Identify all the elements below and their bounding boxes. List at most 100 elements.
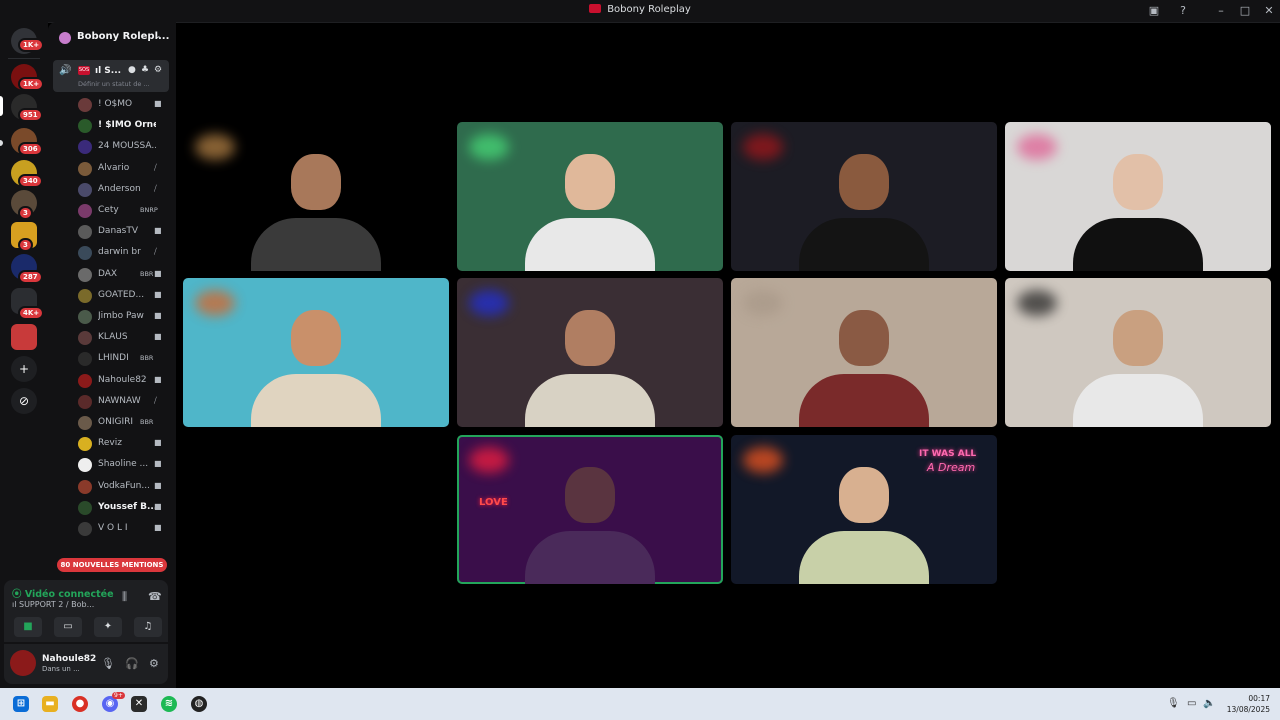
background-light	[195, 290, 235, 316]
voice-channel-row[interactable]: 🔊 SOS ıl S... ● ♣ ⚙ Définir un statut de…	[53, 60, 169, 92]
maximize-button[interactable]: □	[1237, 3, 1253, 19]
avatar[interactable]	[10, 650, 36, 676]
help-icon[interactable]: ?	[1175, 3, 1191, 19]
voice-member-row[interactable]: VodkaFun... ■	[76, 478, 168, 496]
noise-suppression-icon[interactable]: ⫼	[122, 590, 127, 604]
video-tile[interactable]	[183, 122, 449, 271]
headphones-icon[interactable]: 🎧	[125, 657, 139, 670]
chrome-icon[interactable]: ●	[72, 696, 88, 712]
video-tile[interactable]: IT WAS ALL A Dream	[731, 435, 997, 584]
chat-icon[interactable]: ●	[128, 65, 136, 75]
voice-member-row[interactable]: Youssef B... ■	[76, 499, 168, 517]
video-tile[interactable]	[1005, 278, 1271, 427]
voice-member-row[interactable]: ! O$MO ■	[76, 96, 168, 114]
windows-start-icon[interactable]: ⊞	[13, 696, 29, 712]
neon-sign-line2: A Dream	[927, 461, 976, 474]
voice-member-row[interactable]: ONIGIRI BBR	[76, 414, 168, 432]
avatar	[78, 140, 92, 155]
guild-icon	[59, 32, 71, 44]
soundboard-button[interactable]: ♫	[134, 617, 162, 637]
voice-member-row[interactable]: DanasTV ■	[76, 223, 168, 241]
video-tile[interactable]	[1005, 122, 1271, 271]
disconnect-icon[interactable]: ☎	[148, 590, 162, 603]
screen-share-icon[interactable]: ▣	[1146, 3, 1162, 19]
avatar	[78, 310, 92, 324]
new-mentions-banner[interactable]: 80 NOUVELLES MENTIONS	[57, 558, 167, 572]
video-tile[interactable]	[183, 278, 449, 427]
participant-head	[839, 467, 889, 523]
voice-channel-link[interactable]: ıl SUPPORT 2 / Bob...	[12, 600, 94, 609]
voice-member-row[interactable]: ! $IMO Ornes...	[76, 117, 168, 135]
activities-button[interactable]: ✦	[94, 617, 122, 637]
guild-header[interactable]: Bobony Rolepl... ⌄	[48, 26, 176, 50]
signal-icon: ⦿	[12, 589, 25, 600]
voice-member-row[interactable]: Reviz ■	[76, 435, 168, 453]
capcut-icon[interactable]: ✕	[131, 696, 147, 712]
member-name: Alvario	[98, 162, 130, 173]
participant-body	[525, 218, 655, 271]
voice-member-row[interactable]: Anderson ⧸	[76, 181, 168, 199]
video-tile[interactable]	[731, 278, 997, 427]
file-explorer-icon[interactable]: ▬	[42, 696, 58, 712]
voice-member-row[interactable]: Jimbo Paw ■	[76, 308, 168, 326]
user-settings-gear-icon[interactable]: ⚙	[149, 657, 159, 670]
voice-member-row[interactable]: GOATED... ■	[76, 287, 168, 305]
taskbar-clock[interactable]: 00:17 13/08/2025	[1222, 693, 1270, 715]
voice-member-row[interactable]: DAX BBR ■	[76, 266, 168, 284]
screen-share-button[interactable]: ▭	[54, 617, 82, 637]
background-light	[1017, 290, 1057, 316]
voice-member-row[interactable]: NAWNAW ⧸	[76, 393, 168, 411]
invite-icon[interactable]: ♣	[141, 65, 149, 75]
gear-icon[interactable]: ⚙	[154, 65, 162, 75]
user-panel: Nahoule82 Dans un ... 🎙 🎧 ⚙	[4, 644, 168, 684]
member-name: Reviz	[98, 438, 122, 449]
server-icon[interactable]	[11, 324, 37, 350]
voice-connected-status: ⦿ Vidéo connectée	[12, 586, 114, 600]
participant-body	[799, 374, 929, 427]
voice-channel-name: ıl S...	[95, 66, 122, 76]
avatar	[78, 204, 92, 218]
obs-icon[interactable]: ◍	[191, 696, 207, 712]
member-name: LHINDI	[98, 353, 129, 364]
video-camera-icon: ■	[154, 268, 162, 278]
voice-member-row[interactable]: KLAUS ■	[76, 329, 168, 347]
microphone-icon[interactable]: 🎙	[101, 657, 115, 670]
voice-member-row[interactable]: Alvario ⧸	[76, 160, 168, 178]
volume-icon[interactable]: 🔈	[1203, 698, 1215, 709]
network-icon[interactable]: ▭	[1187, 698, 1196, 709]
video-tile[interactable]	[457, 122, 723, 271]
voice-member-row[interactable]: darwin br ⧸	[76, 244, 168, 262]
voice-member-row[interactable]: Nahoule82 ■	[76, 372, 168, 390]
discover-icon[interactable]: ⊘	[11, 388, 37, 414]
video-tile[interactable]	[731, 122, 997, 271]
member-name: darwin br	[98, 247, 141, 258]
voice-member-row[interactable]: Cety BNRP	[76, 202, 168, 220]
member-name: NAWNAW	[98, 395, 141, 406]
member-tag: BBR	[140, 354, 154, 363]
avatar	[78, 500, 92, 515]
deafened-icon: ⧸	[154, 395, 157, 405]
video-tile[interactable]: LOVE	[457, 435, 723, 584]
avatar	[78, 479, 92, 494]
member-name: GOATED...	[98, 289, 145, 300]
voice-member-row[interactable]: Shaoline ... ■	[76, 456, 168, 474]
avatar	[78, 288, 92, 303]
unread-indicator	[0, 140, 3, 146]
minimize-button[interactable]: –	[1213, 3, 1229, 19]
member-name: Cety	[98, 205, 119, 215]
channel-status[interactable]: Définir un statut de ...	[78, 80, 150, 88]
voice-member-row[interactable]: LHINDI BBR	[76, 350, 168, 368]
camera-button[interactable]: ■	[14, 617, 42, 637]
voice-member-row[interactable]: 24 MOUSSA...	[76, 138, 168, 156]
video-tile[interactable]	[457, 278, 723, 427]
deafened-icon: ⧸	[154, 183, 157, 193]
close-button[interactable]: ✕	[1261, 3, 1277, 19]
voice-member-row[interactable]: V O L I ■	[76, 520, 168, 538]
spotify-icon[interactable]: ≋	[161, 696, 177, 712]
add-server-icon[interactable]: +	[11, 356, 37, 382]
member-name: V O L I	[98, 523, 128, 533]
avatar	[78, 394, 92, 409]
member-tag: BNRP	[140, 206, 158, 214]
microphone-tray-icon[interactable]: 🎙	[1167, 698, 1180, 709]
neon-sign-line1: IT WAS ALL	[919, 449, 977, 459]
